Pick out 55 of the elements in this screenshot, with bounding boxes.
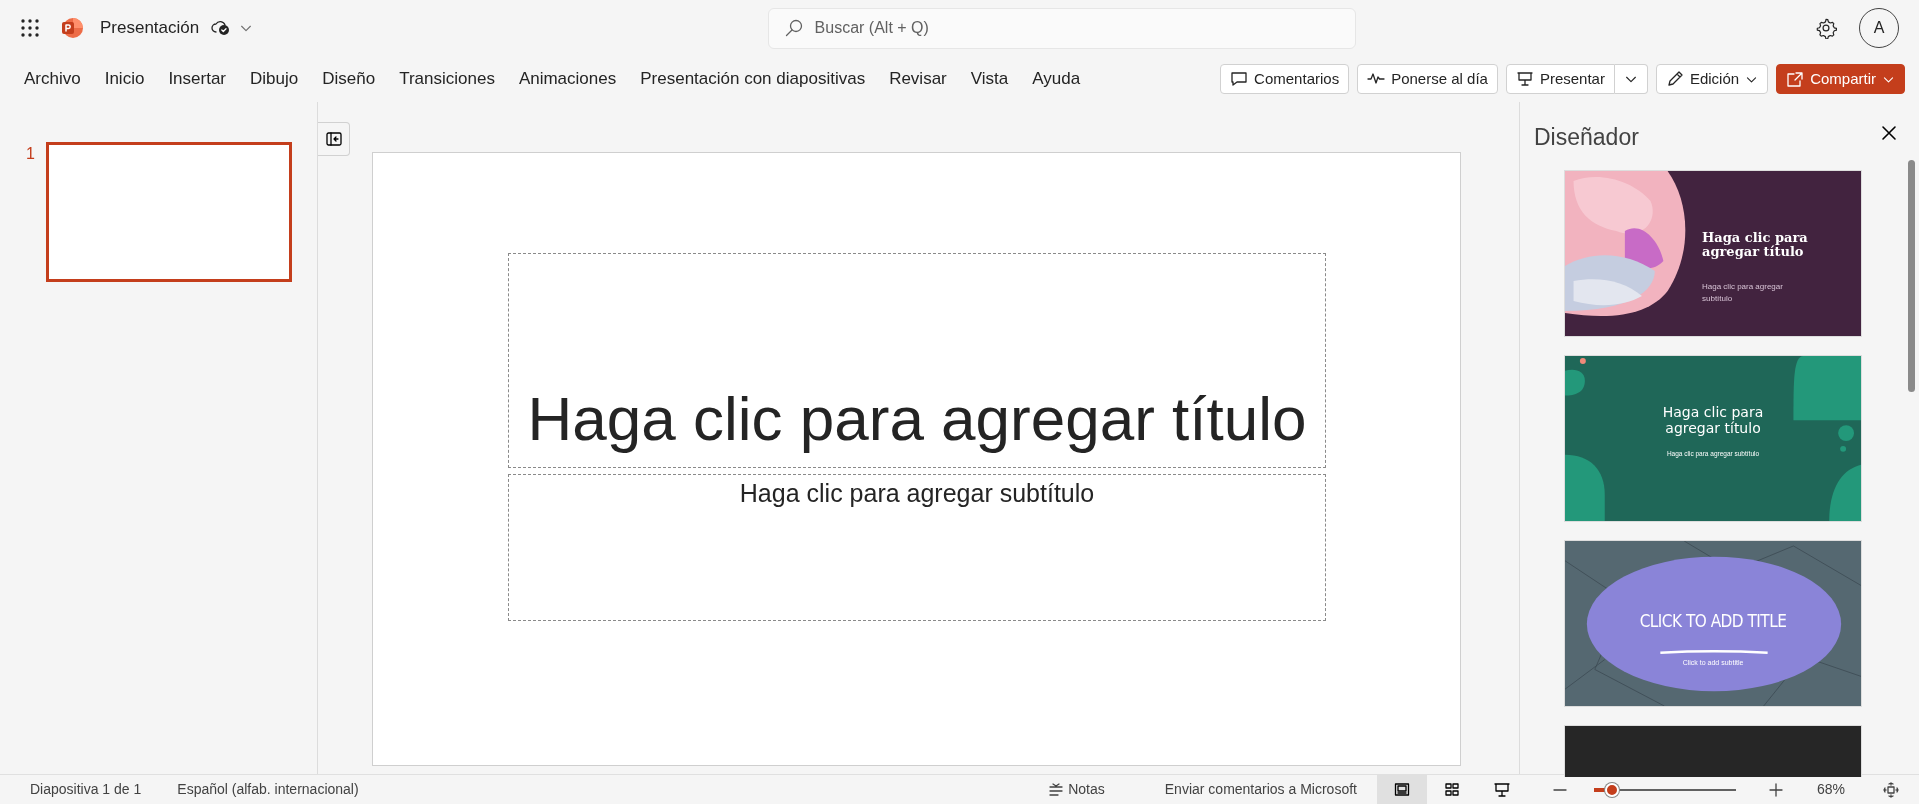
ribbon-tab[interactable]: Insertar (156, 66, 238, 92)
ribbon-tab[interactable]: Vista (958, 66, 1021, 92)
slide-counter: Diapositiva 1 de 1 (30, 780, 142, 799)
ribbon-tab[interactable]: Transiciones (387, 66, 507, 92)
collapse-pane-button[interactable] (318, 122, 350, 156)
ribbon-tab[interactable]: Dibujo (238, 66, 311, 92)
presenter-icon (1515, 70, 1534, 88)
share-icon (1786, 70, 1805, 88)
notes-icon (1048, 782, 1065, 797)
design-subtitle: Haga clic para agregar subtítulo (1702, 280, 1784, 305)
comment-icon (1230, 70, 1249, 88)
view-button[interactable] (1376, 775, 1427, 804)
app-launcher-icon[interactable] (20, 18, 40, 38)
settings-icon[interactable] (1815, 17, 1837, 39)
normal-view-icon (1393, 782, 1410, 799)
close-icon (1881, 125, 1897, 142)
document-title[interactable]: Presentación (100, 15, 200, 41)
ribbon-tab[interactable]: Presentación con diapositivas (628, 66, 878, 92)
toolbar-button[interactable]: Comentarios (1220, 64, 1350, 94)
design-title: Haga clic para agregar título (1702, 230, 1809, 261)
toolbar-button[interactable]: Ponerse al día (1357, 64, 1498, 94)
zoom-slider-thumb[interactable] (1605, 782, 1620, 797)
zoom-level[interactable]: 68% (1816, 779, 1845, 800)
ribbon-tab[interactable]: Inicio (92, 66, 157, 92)
toolbar-button[interactable]: Presentar (1505, 64, 1615, 94)
ribbon-tab[interactable]: Ayuda (1020, 66, 1093, 92)
subtitle-placeholder[interactable]: Haga clic para agregar subtítulo (508, 474, 1326, 621)
pencil-icon (1665, 70, 1684, 88)
panel-title: Diseñador (1533, 123, 1639, 152)
design-option[interactable] (1564, 724, 1862, 777)
toolbar-button[interactable]: Edición (1655, 64, 1769, 94)
share-button[interactable]: Compartir (1776, 64, 1905, 94)
ribbon-tab[interactable]: Revisar (877, 66, 959, 92)
app-logo-icon (60, 16, 84, 40)
title-placeholder[interactable]: Haga clic para agregar título (508, 253, 1326, 468)
slide-sorter-icon (1443, 782, 1460, 799)
slide-thumbnail[interactable] (46, 142, 292, 282)
search-field[interactable]: Buscar (Alt + Q) (767, 7, 1356, 49)
ribbon-tab[interactable]: Archivo (12, 66, 93, 92)
design-title: Haga clic para agregar título (1661, 403, 1765, 438)
collapse-pane-icon (325, 132, 342, 146)
ribbon-tab[interactable]: Diseño (310, 66, 388, 92)
presenter-icon (1493, 782, 1510, 799)
language-button[interactable]: Español (alfab. internacional) (177, 779, 359, 800)
fit-to-window-icon[interactable] (1883, 781, 1899, 798)
saved-status-icon[interactable] (211, 19, 232, 37)
search-icon (783, 17, 804, 38)
design-option[interactable]: Haga clic para agregar título Haga clic para agregar subtítulo (1564, 169, 1862, 337)
feedback-link[interactable]: Enviar comentarios a Microsoft (1164, 779, 1357, 800)
design-title: CLICK TO ADD TITLE (1638, 609, 1788, 633)
ribbon-tab[interactable]: Animaciones (506, 66, 629, 92)
slide-number: 1 (26, 144, 36, 164)
scrollbar-thumb[interactable] (1908, 160, 1915, 392)
notes-button[interactable]: Notas (1048, 779, 1105, 800)
zoom-in-icon[interactable] (1768, 782, 1783, 797)
